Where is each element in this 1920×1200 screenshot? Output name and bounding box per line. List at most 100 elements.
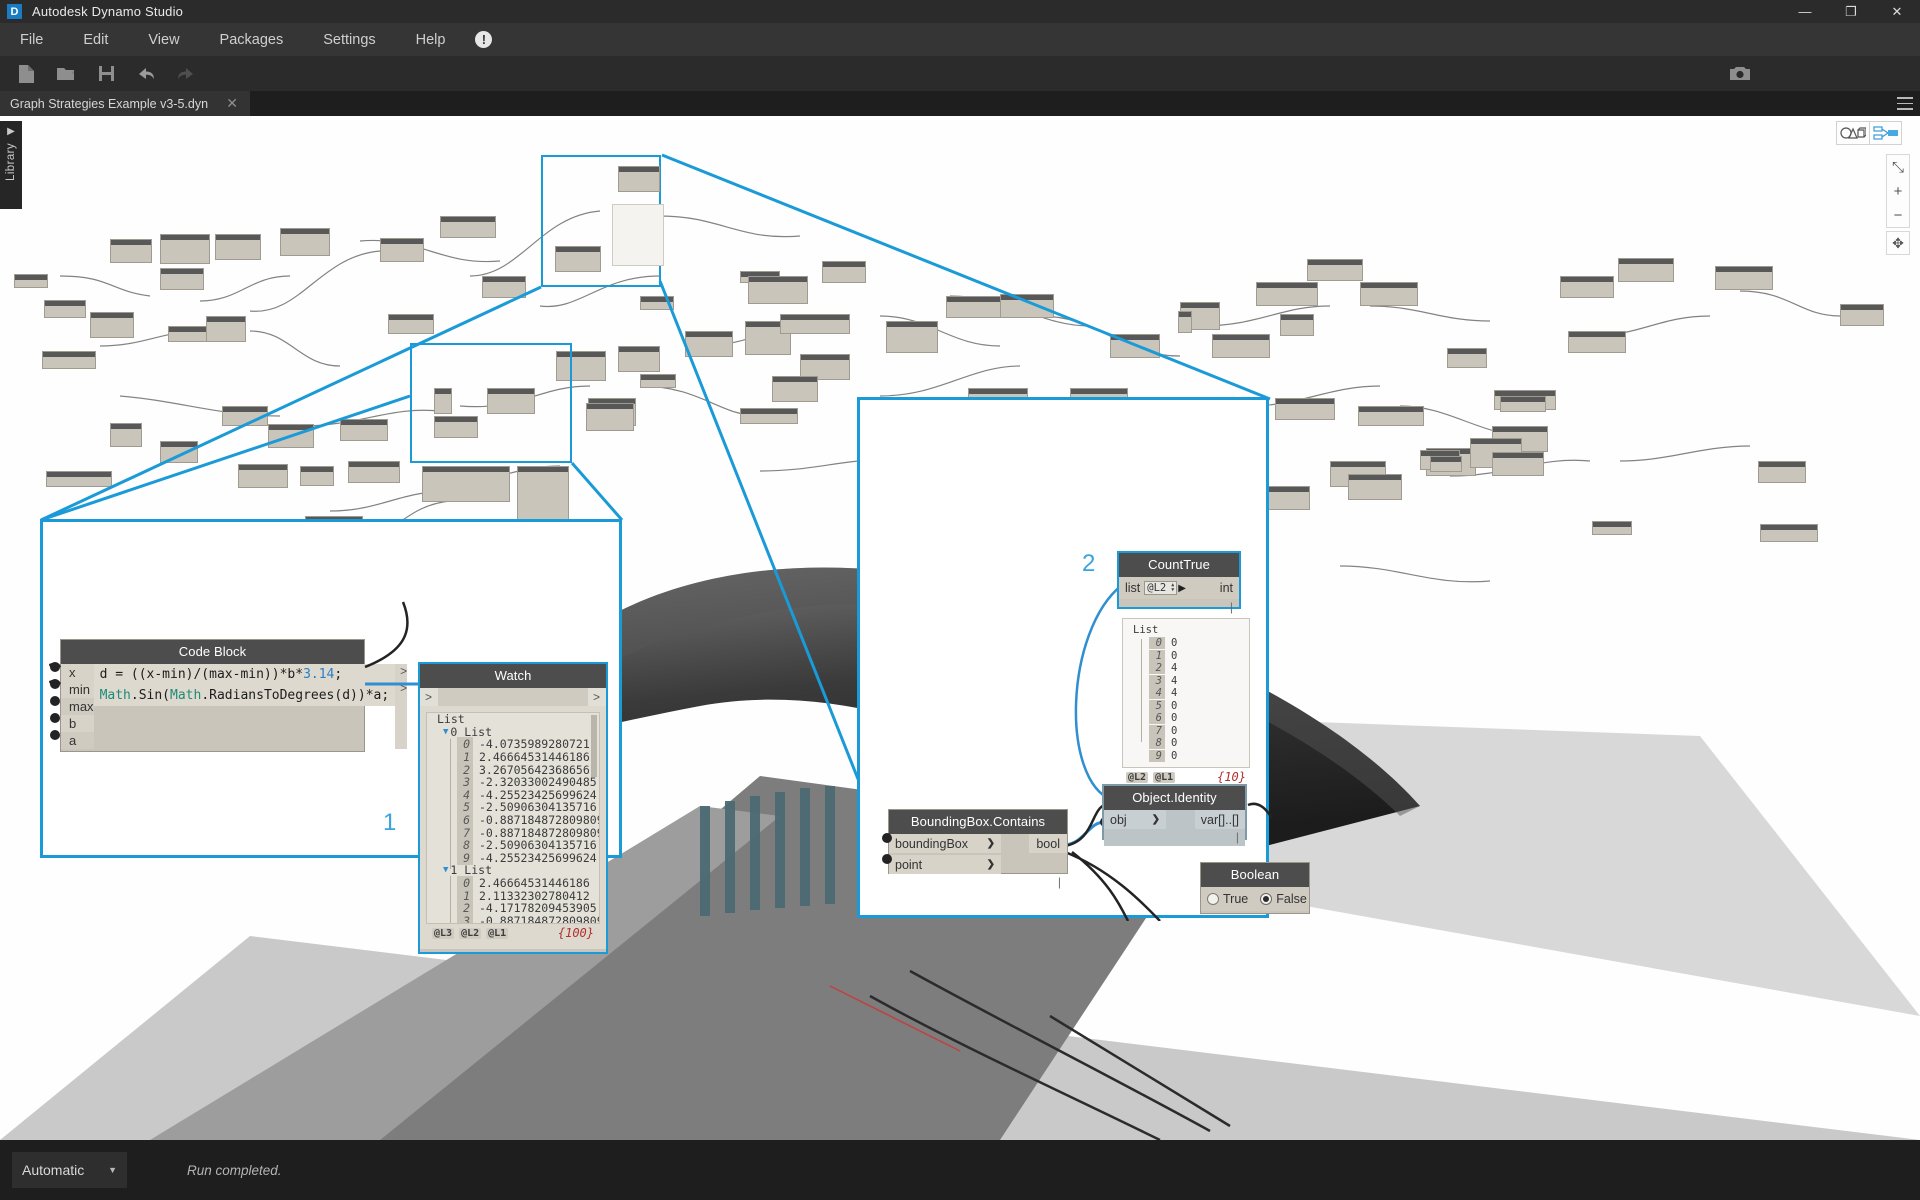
tab-graph-strategies[interactable]: Graph Strategies Example v3-5.dyn ✕ [0,91,250,116]
menu-edit[interactable]: Edit [63,23,128,56]
zoom-out-button[interactable]: − [1886,203,1910,227]
warning-icon[interactable]: ! [475,31,492,48]
object-identity-footer: | [1104,829,1245,846]
code-block-input-x[interactable]: x [61,664,94,681]
watch-level-l3[interactable]: @L3 [432,928,454,939]
graph-view-icon[interactable] [1869,122,1901,144]
boolean-radio-true[interactable]: True [1207,892,1248,906]
preview-level-l2[interactable]: @L2 [1126,772,1148,783]
code-block-output-0[interactable]: > [395,664,407,681]
menu-bar: File Edit View Packages Settings Help ! [0,23,1920,56]
chevron-right-icon[interactable]: ❯ [987,838,995,849]
sidebar-library-tab[interactable]: ▶ Library [0,121,22,209]
chevron-right-icon[interactable]: ❯ [1152,814,1160,825]
watch-list[interactable]: List ▼0 List 0-4.0735989280721 12.466645… [426,712,600,924]
bbox-output-bool[interactable]: bool [1029,834,1067,853]
preview-level-l1[interactable]: @L1 [1153,772,1175,783]
bbox-input-boundingbox[interactable]: boundingBox ❯ [889,834,1001,853]
pan-button[interactable]: ✥ [1886,231,1910,255]
watch-item: 3-2.32033002490485 [427,776,599,789]
code-block-editor[interactable]: d = ((x-min)/(max-min))*b*3.14; Math.Sin… [94,664,396,749]
menu-help[interactable]: Help [396,23,466,56]
boundingbox-contains-title: BoundingBox.Contains [889,810,1067,834]
geometry-view-icon[interactable] [1837,122,1869,144]
watch-item: 23.26705642368656 [427,763,599,776]
watch-output-port[interactable]: > [588,688,606,706]
node-count-true[interactable]: CountTrue list @L2 ▲▼ ▶ int | [1117,551,1241,609]
watch-level-l2[interactable]: @L2 [459,928,481,939]
object-identity-output[interactable]: var[]..[] [1195,810,1245,829]
count-true-input-label[interactable]: list [1119,581,1144,595]
preview-count: {10} [1217,770,1246,784]
open-folder-icon[interactable] [46,56,86,91]
node-boolean[interactable]: Boolean True False [1200,862,1310,914]
save-icon[interactable] [86,56,126,91]
count-true-output-label[interactable]: int [1220,581,1239,595]
minimize-button[interactable]: — [1782,0,1828,23]
code-block-input-min[interactable]: min [61,681,94,698]
watch-group-1[interactable]: ▼1 List [427,864,599,877]
watch-scrollbar[interactable] [591,715,597,777]
tab-label: Graph Strategies Example v3-5.dyn [10,97,208,111]
menu-packages[interactable]: Packages [200,23,304,56]
collapse-caret-icon[interactable]: ▼ [443,727,448,737]
window-controls: — ❐ ✕ [1782,0,1920,23]
watch-item: 5-2.50906304135716 [427,801,599,814]
watch-item: 7-0.887184872809809 [427,826,599,839]
radio-unselected-icon[interactable] [1207,893,1219,905]
watch-item: 4-4.25523425699624 [427,789,599,802]
chevron-right-icon[interactable]: ❯ [987,859,995,870]
menu-file[interactable]: File [0,23,63,56]
radio-selected-icon[interactable] [1260,893,1272,905]
run-mode-select[interactable]: Automatic ▼ [12,1152,127,1188]
maximize-button[interactable]: ❐ [1828,0,1874,23]
undo-icon[interactable] [126,56,166,91]
graph-canvas[interactable]: Code Block x min max b a d = ((x-min)/(m… [0,116,1920,1140]
node-object-identity[interactable]: Object.Identity obj ❯ var[]..[] | [1102,784,1247,840]
count-true-level-input[interactable]: @L2 ▲▼ [1144,581,1177,595]
run-status-text: Run completed. [187,1163,282,1178]
zoom-in-button[interactable]: + [1886,179,1910,203]
window-title: Autodesk Dynamo Studio [32,4,183,19]
node-watch[interactable]: Watch > > List ▼0 List 0-4.0735989280721 [418,662,608,954]
node-boundingbox-contains[interactable]: BoundingBox.Contains boundingBox ❯ point… [888,809,1068,874]
node-code-block[interactable]: Code Block x min max b a d = ((x-min)/(m… [60,639,365,752]
count-true-title: CountTrue [1119,553,1239,577]
watch-root-label: List [427,713,599,726]
menu-view[interactable]: View [128,23,199,56]
collapse-caret-icon[interactable]: ▼ [443,865,448,875]
menu-settings[interactable]: Settings [303,23,395,56]
code-block-input-b[interactable]: b [61,715,94,732]
view-mode-group [1836,121,1902,145]
watch-body: List ▼0 List 0-4.0735989280721 12.466645… [420,706,606,949]
run-mode-value: Automatic [22,1162,84,1178]
watch-item: 8-2.50906304135716 [427,839,599,852]
boolean-radio-false[interactable]: False [1260,892,1307,906]
code-line-1: d = ((x-min)/(max-min))*b*3.14; [94,664,396,685]
chevron-down-icon[interactable]: ▼ [108,1165,117,1175]
preview-root-label: List [1123,619,1249,637]
watch-input-port[interactable]: > [420,688,438,706]
pan-icon[interactable]: ✥ [1892,235,1904,252]
watch-group-0[interactable]: ▼0 List [427,726,599,739]
bbox-input-point[interactable]: point ❯ [889,855,1001,874]
code-block-output-1[interactable]: > [395,681,407,698]
tab-strip: Graph Strategies Example v3-5.dyn ✕ [0,91,1920,116]
new-file-icon[interactable] [6,56,46,91]
close-button[interactable]: ✕ [1874,0,1920,23]
expand-arrow-icon[interactable]: ▶ [7,126,15,137]
camera-icon[interactable] [1720,56,1760,91]
callout-number-1: 1 [383,809,396,837]
menu-hamburger-icon[interactable] [1897,97,1913,110]
object-identity-input-obj[interactable]: obj ❯ [1104,810,1166,829]
count-true-preview[interactable]: List 00 10 24 34 44 50 60 70 80 90 [1122,618,1250,768]
tab-close-icon[interactable]: ✕ [220,95,244,112]
watch-level-l1[interactable]: @L1 [486,928,508,939]
watch-count: {100} [558,926,594,940]
level-stepper[interactable]: ▲▼ [1171,583,1174,593]
overview-region-1[interactable] [410,343,572,463]
code-block-input-max[interactable]: max [61,698,94,715]
fit-to-screen-icon[interactable]: ⤡ [1886,155,1910,179]
code-block-input-a[interactable]: a [61,732,94,749]
count-true-expand-icon[interactable]: ▶ [1178,583,1186,594]
